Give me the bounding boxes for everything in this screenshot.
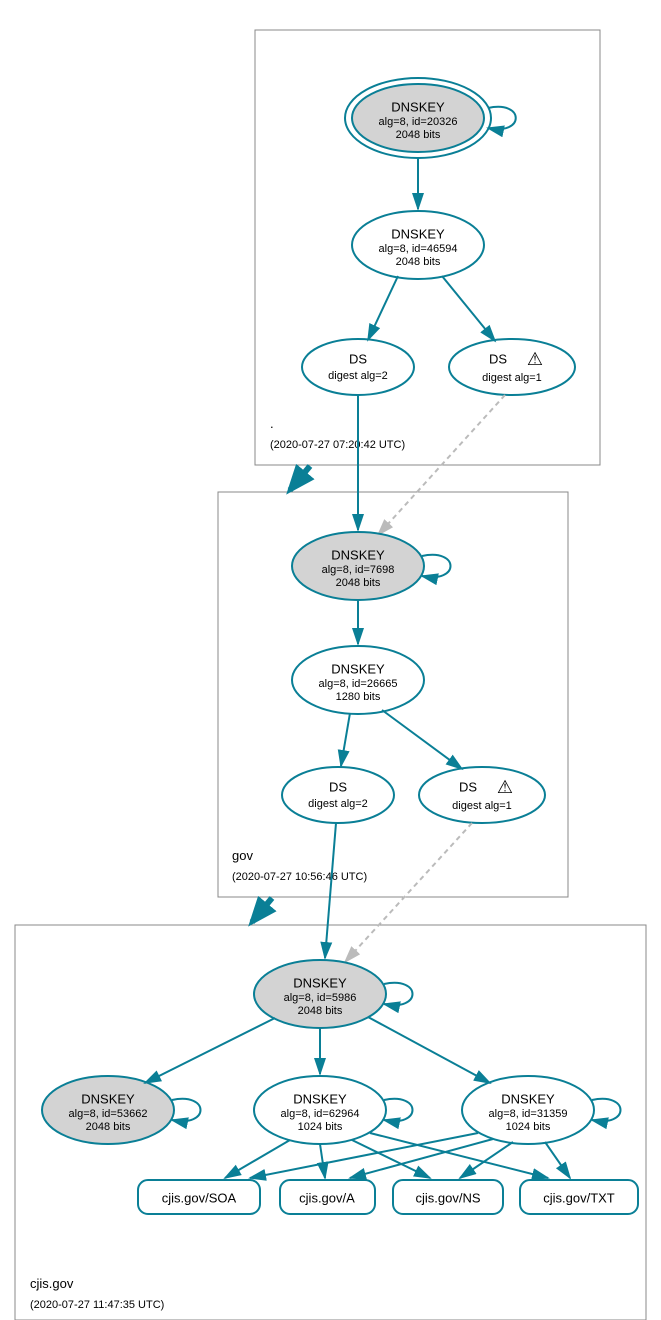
- node-root-zsk: DNSKEY alg=8, id=46594 2048 bits: [352, 211, 484, 279]
- node-root-ds1: DS ⚠ digest alg=1: [449, 339, 575, 395]
- warning-icon: ⚠: [497, 777, 513, 797]
- svg-text:DS: DS: [329, 779, 347, 794]
- zone-cjis-ts: (2020-07-27 11:47:35 UTC): [30, 1299, 164, 1311]
- edge-root-zsk-ds1: [442, 276, 495, 341]
- svg-text:1280 bits: 1280 bits: [336, 691, 381, 703]
- svg-text:2048 bits: 2048 bits: [336, 577, 381, 589]
- edge-ds1-cjis-ksk: [345, 823, 472, 962]
- self-loop-root-ksk: [488, 107, 516, 129]
- node-root-ds2: DS digest alg=2: [302, 339, 414, 395]
- svg-text:DNSKEY: DNSKEY: [331, 547, 385, 562]
- svg-text:2048 bits: 2048 bits: [298, 1005, 343, 1017]
- edge-gov-zsk-ds2: [341, 713, 350, 766]
- svg-text:alg=8, id=31359: alg=8, id=31359: [489, 1108, 568, 1120]
- warning-icon: ⚠: [527, 349, 543, 369]
- node-gov-ds2: DS digest alg=2: [282, 767, 394, 823]
- svg-text:alg=8, id=46594: alg=8, id=46594: [379, 243, 458, 255]
- svg-text:DS: DS: [349, 351, 367, 366]
- svg-text:2048 bits: 2048 bits: [86, 1121, 131, 1133]
- zone-root-name: .: [270, 416, 274, 431]
- svg-text:alg=8, id=20326: alg=8, id=20326: [379, 116, 458, 128]
- svg-text:DNSKEY: DNSKEY: [331, 661, 385, 676]
- self-loop-cjis-k3: [592, 1099, 621, 1121]
- svg-text:digest alg=1: digest alg=1: [482, 372, 542, 384]
- svg-text:digest alg=2: digest alg=2: [308, 798, 368, 810]
- self-loop-cjis-k2: [384, 1099, 413, 1121]
- edge-cjis-ksk-k1: [145, 1018, 275, 1083]
- record-a: cjis.gov/A: [280, 1180, 375, 1214]
- svg-text:1024 bits: 1024 bits: [298, 1121, 343, 1133]
- edge-k3-soa: [250, 1133, 478, 1178]
- edge-k3-txt: [545, 1142, 570, 1178]
- node-root-ksk: DNSKEY alg=8, id=20326 2048 bits: [345, 78, 491, 158]
- svg-text:digest alg=1: digest alg=1: [452, 800, 512, 812]
- zone-edge-root-gov: [290, 466, 310, 490]
- svg-text:DNSKEY: DNSKEY: [81, 1091, 135, 1106]
- svg-text:cjis.gov/A: cjis.gov/A: [299, 1190, 355, 1205]
- self-loop-cjis-ksk: [384, 983, 413, 1005]
- edge-cjis-ksk-k3: [368, 1017, 490, 1083]
- self-loop-cjis-k1: [172, 1099, 201, 1121]
- svg-text:DS: DS: [489, 351, 507, 366]
- svg-text:DS: DS: [459, 779, 477, 794]
- record-soa: cjis.gov/SOA: [138, 1180, 260, 1214]
- edge-ds2-cjis-ksk: [325, 823, 336, 958]
- self-loop-gov-ksk: [422, 555, 451, 577]
- svg-text:2048 bits: 2048 bits: [396, 256, 441, 268]
- svg-text:cjis.gov/TXT: cjis.gov/TXT: [543, 1190, 615, 1205]
- node-cjis-k3: DNSKEY alg=8, id=31359 1024 bits: [462, 1076, 594, 1144]
- edge-k3-ns: [460, 1142, 513, 1178]
- record-txt: cjis.gov/TXT: [520, 1180, 638, 1214]
- zone-root-ts: (2020-07-27 07:20:42 UTC): [270, 439, 405, 451]
- svg-text:cjis.gov/SOA: cjis.gov/SOA: [162, 1190, 237, 1205]
- svg-text:alg=8, id=5986: alg=8, id=5986: [284, 992, 357, 1004]
- node-cjis-k1: DNSKEY alg=8, id=53662 2048 bits: [42, 1076, 174, 1144]
- svg-text:cjis.gov/NS: cjis.gov/NS: [415, 1190, 480, 1205]
- svg-text:DNSKEY: DNSKEY: [293, 1091, 347, 1106]
- edge-k2-a: [320, 1144, 325, 1178]
- zone-gov-name: gov: [232, 848, 253, 863]
- node-cjis-k2: DNSKEY alg=8, id=62964 1024 bits: [254, 1076, 386, 1144]
- svg-text:1024 bits: 1024 bits: [506, 1121, 551, 1133]
- svg-text:DNSKEY: DNSKEY: [391, 99, 445, 114]
- record-ns: cjis.gov/NS: [393, 1180, 503, 1214]
- edge-gov-zsk-ds1: [382, 710, 462, 769]
- edge-root-zsk-ds2: [368, 276, 398, 340]
- svg-text:2048 bits: 2048 bits: [396, 129, 441, 141]
- zone-cjis-name: cjis.gov: [30, 1276, 74, 1291]
- svg-text:DNSKEY: DNSKEY: [501, 1091, 555, 1106]
- svg-text:alg=8, id=62964: alg=8, id=62964: [281, 1108, 360, 1120]
- zone-edge-gov-cjis: [252, 898, 272, 922]
- node-gov-zsk: DNSKEY alg=8, id=26665 1280 bits: [292, 646, 424, 714]
- svg-text:alg=8, id=26665: alg=8, id=26665: [319, 678, 398, 690]
- node-gov-ds1: DS ⚠ digest alg=1: [419, 767, 545, 823]
- svg-text:alg=8, id=7698: alg=8, id=7698: [322, 564, 395, 576]
- dnssec-diagram: . (2020-07-27 07:20:42 UTC) gov (2020-07…: [0, 0, 661, 1320]
- node-gov-ksk: DNSKEY alg=8, id=7698 2048 bits: [292, 532, 424, 600]
- zone-gov-ts: (2020-07-27 10:56:46 UTC): [232, 871, 367, 883]
- svg-text:DNSKEY: DNSKEY: [293, 975, 347, 990]
- svg-text:digest alg=2: digest alg=2: [328, 370, 388, 382]
- svg-text:alg=8, id=53662: alg=8, id=53662: [69, 1108, 148, 1120]
- svg-text:DNSKEY: DNSKEY: [391, 226, 445, 241]
